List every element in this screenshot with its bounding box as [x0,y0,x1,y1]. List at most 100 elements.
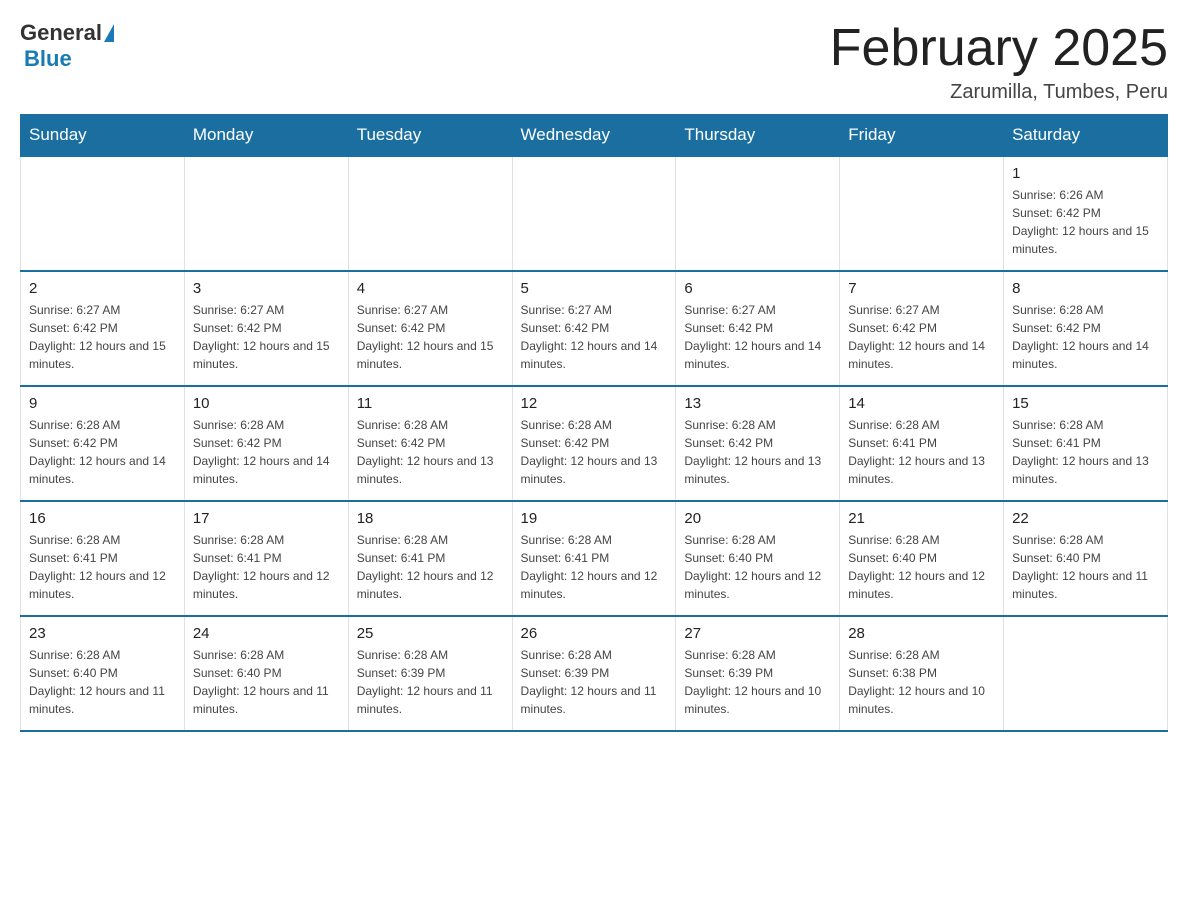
day-info: Sunrise: 6:28 AM Sunset: 6:39 PM Dayligh… [521,646,668,718]
calendar-cell: 11 Sunrise: 6:28 AM Sunset: 6:42 PM Dayli… [348,386,512,501]
day-info: Sunrise: 6:27 AM Sunset: 6:42 PM Dayligh… [357,301,504,373]
day-info: Sunrise: 6:27 AM Sunset: 6:42 PM Dayligh… [193,301,340,373]
calendar-cell: 9 Sunrise: 6:28 AM Sunset: 6:42 PM Daylig… [21,386,185,501]
month-title: February 2025 [830,20,1168,77]
calendar-cell [840,156,1004,271]
day-number: 8 [1012,280,1159,297]
calendar-cell [676,156,840,271]
calendar-cell: 21Sunrise: 6:28 AM Sunset: 6:40 PM Dayli… [840,501,1004,616]
calendar-cell [512,156,676,271]
weekday-header-tuesday: Tuesday [348,115,512,157]
calendar-cell: 20 Sunrise: 6:28 AM Sunset: 6:40 PM Dayli… [676,501,840,616]
day-info: Sunrise: 6:28 AM Sunset: 6:41 PM Dayligh… [357,531,504,603]
calendar-cell: 1 Sunrise: 6:26 AM Sunset: 6:42 PM Daylig… [1004,156,1168,271]
day-number: 14 [848,395,995,412]
page-header: General Blue February 2025 Zarumilla, Tu… [20,20,1168,104]
calendar-cell: 23 Sunrise: 6:28 AM Sunset: 6:40 PM Dayli… [21,616,185,731]
calendar-cell: 13Sunrise: 6:28 AM Sunset: 6:42 PM Dayli… [676,386,840,501]
day-number: 25 [357,625,504,642]
logo-blue-text: Blue [24,46,72,71]
logo-triangle-icon [104,24,114,42]
day-number: 9 [29,395,176,412]
calendar-cell: 10 Sunrise: 6:28 AM Sunset: 6:42 PM Dayli… [184,386,348,501]
location-text: Zarumilla, Tumbes, Peru [830,81,1168,104]
calendar-cell [21,156,185,271]
calendar-cell: 7Sunrise: 6:27 AM Sunset: 6:42 PM Daylig… [840,271,1004,386]
calendar-cell: 19Sunrise: 6:28 AM Sunset: 6:41 PM Dayli… [512,501,676,616]
logo: General Blue [20,20,116,72]
calendar-cell: 18 Sunrise: 6:28 AM Sunset: 6:41 PM Dayli… [348,501,512,616]
day-info: Sunrise: 6:27 AM Sunset: 6:42 PM Dayligh… [521,301,668,373]
calendar-week-row: 23 Sunrise: 6:28 AM Sunset: 6:40 PM Dayli… [21,616,1168,731]
calendar-cell: 4 Sunrise: 6:27 AM Sunset: 6:42 PM Daylig… [348,271,512,386]
calendar-cell [184,156,348,271]
day-number: 16 [29,510,176,527]
calendar-cell: 5 Sunrise: 6:27 AM Sunset: 6:42 PM Daylig… [512,271,676,386]
day-info: Sunrise: 6:28 AM Sunset: 6:41 PM Dayligh… [193,531,340,603]
day-info: Sunrise: 6:28 AM Sunset: 6:39 PM Dayligh… [684,646,831,718]
day-number: 28 [848,625,995,642]
calendar-table: SundayMondayTuesdayWednesdayThursdayFrid… [20,114,1168,732]
day-number: 22 [1012,510,1159,527]
day-number: 4 [357,280,504,297]
calendar-cell: 24 Sunrise: 6:28 AM Sunset: 6:40 PM Dayli… [184,616,348,731]
day-info: Sunrise: 6:27 AM Sunset: 6:42 PM Dayligh… [29,301,176,373]
calendar-cell: 17 Sunrise: 6:28 AM Sunset: 6:41 PM Dayli… [184,501,348,616]
weekday-header-monday: Monday [184,115,348,157]
day-number: 15 [1012,395,1159,412]
calendar-cell: 27 Sunrise: 6:28 AM Sunset: 6:39 PM Dayli… [676,616,840,731]
day-number: 19 [521,510,668,527]
calendar-cell: 12Sunrise: 6:28 AM Sunset: 6:42 PM Dayli… [512,386,676,501]
day-number: 1 [1012,165,1159,182]
calendar-week-row: 2 Sunrise: 6:27 AM Sunset: 6:42 PM Daylig… [21,271,1168,386]
day-number: 21 [848,510,995,527]
weekday-header-sunday: Sunday [21,115,185,157]
day-number: 10 [193,395,340,412]
day-number: 5 [521,280,668,297]
day-number: 17 [193,510,340,527]
day-number: 2 [29,280,176,297]
calendar-cell: 14 Sunrise: 6:28 AM Sunset: 6:41 PM Dayli… [840,386,1004,501]
day-number: 26 [521,625,668,642]
calendar-week-row: 16 Sunrise: 6:28 AM Sunset: 6:41 PM Dayli… [21,501,1168,616]
calendar-cell: 25Sunrise: 6:28 AM Sunset: 6:39 PM Dayli… [348,616,512,731]
day-info: Sunrise: 6:28 AM Sunset: 6:41 PM Dayligh… [29,531,176,603]
day-info: Sunrise: 6:28 AM Sunset: 6:41 PM Dayligh… [1012,416,1159,488]
calendar-cell: 3 Sunrise: 6:27 AM Sunset: 6:42 PM Daylig… [184,271,348,386]
weekday-header-wednesday: Wednesday [512,115,676,157]
calendar-cell: 28 Sunrise: 6:28 AM Sunset: 6:38 PM Dayli… [840,616,1004,731]
day-info: Sunrise: 6:28 AM Sunset: 6:42 PM Dayligh… [357,416,504,488]
day-number: 18 [357,510,504,527]
day-info: Sunrise: 6:28 AM Sunset: 6:42 PM Dayligh… [29,416,176,488]
calendar-cell: 15 Sunrise: 6:28 AM Sunset: 6:41 PM Dayli… [1004,386,1168,501]
day-number: 20 [684,510,831,527]
day-info: Sunrise: 6:28 AM Sunset: 6:42 PM Dayligh… [1012,301,1159,373]
day-info: Sunrise: 6:28 AM Sunset: 6:40 PM Dayligh… [684,531,831,603]
day-number: 11 [357,395,504,412]
calendar-cell: 2 Sunrise: 6:27 AM Sunset: 6:42 PM Daylig… [21,271,185,386]
calendar-cell: 22Sunrise: 6:28 AM Sunset: 6:40 PM Dayli… [1004,501,1168,616]
day-info: Sunrise: 6:28 AM Sunset: 6:42 PM Dayligh… [193,416,340,488]
logo-general-text: General [20,20,102,46]
title-block: February 2025 Zarumilla, Tumbes, Peru [830,20,1168,104]
day-info: Sunrise: 6:28 AM Sunset: 6:40 PM Dayligh… [29,646,176,718]
day-info: Sunrise: 6:26 AM Sunset: 6:42 PM Dayligh… [1012,186,1159,258]
calendar-week-row: 1 Sunrise: 6:26 AM Sunset: 6:42 PM Daylig… [21,156,1168,271]
weekday-header-saturday: Saturday [1004,115,1168,157]
day-number: 13 [684,395,831,412]
day-info: Sunrise: 6:28 AM Sunset: 6:42 PM Dayligh… [521,416,668,488]
calendar-header-row: SundayMondayTuesdayWednesdayThursdayFrid… [21,115,1168,157]
day-number: 27 [684,625,831,642]
calendar-cell: 16 Sunrise: 6:28 AM Sunset: 6:41 PM Dayli… [21,501,185,616]
day-info: Sunrise: 6:27 AM Sunset: 6:42 PM Dayligh… [848,301,995,373]
day-info: Sunrise: 6:28 AM Sunset: 6:40 PM Dayligh… [193,646,340,718]
day-info: Sunrise: 6:27 AM Sunset: 6:42 PM Dayligh… [684,301,831,373]
day-number: 23 [29,625,176,642]
calendar-cell: 6Sunrise: 6:27 AM Sunset: 6:42 PM Daylig… [676,271,840,386]
day-number: 24 [193,625,340,642]
day-info: Sunrise: 6:28 AM Sunset: 6:41 PM Dayligh… [848,416,995,488]
weekday-header-thursday: Thursday [676,115,840,157]
day-info: Sunrise: 6:28 AM Sunset: 6:38 PM Dayligh… [848,646,995,718]
calendar-week-row: 9 Sunrise: 6:28 AM Sunset: 6:42 PM Daylig… [21,386,1168,501]
day-number: 3 [193,280,340,297]
